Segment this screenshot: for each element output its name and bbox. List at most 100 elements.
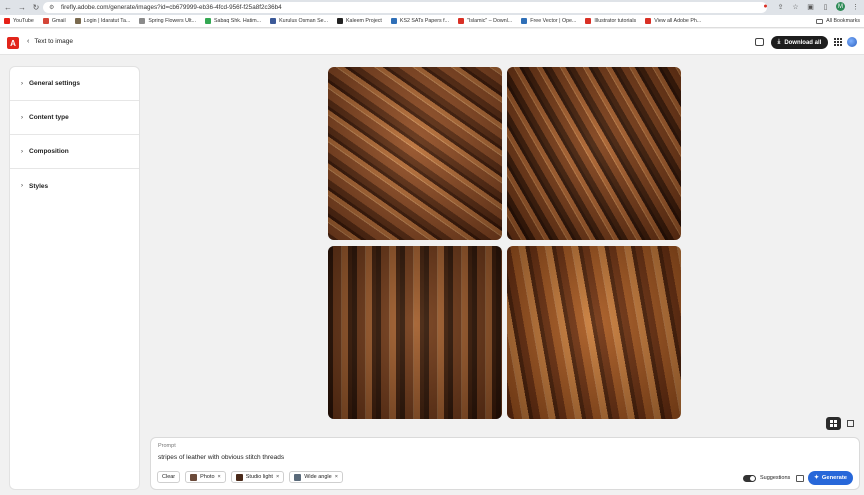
favicon-icon: [645, 18, 652, 24]
suggestions-label: Suggestions: [760, 475, 791, 481]
remove-icon[interactable]: ×: [276, 474, 279, 480]
bookmark-item[interactable]: KS2 SATs Papers f...: [390, 18, 449, 24]
generate-label: Generate: [821, 475, 847, 481]
reload-icon[interactable]: ↻: [30, 2, 42, 14]
remove-icon[interactable]: ×: [218, 474, 221, 480]
bookmark-item[interactable]: Kurulus Osman Se...: [270, 18, 328, 24]
section-general-settings[interactable]: › General settings: [10, 67, 139, 101]
bookmark-label: Spring Flowers Ult...: [148, 18, 196, 24]
browser-toolbar: ← → ↻ ⚙ firefly.adobe.com/generate/image…: [0, 0, 864, 15]
single-view-button[interactable]: [843, 417, 858, 430]
suggestions-toggle[interactable]: [743, 475, 756, 482]
section-label: Composition: [29, 148, 69, 155]
url-text: firefly.adobe.com/generate/images?id=cb6…: [61, 4, 282, 11]
bookmark-item[interactable]: Gmail: [42, 18, 66, 24]
favicon-icon: [139, 18, 146, 24]
prompt-input[interactable]: stripes of leather with obvious stitch t…: [158, 454, 284, 461]
bookmark-label: Free Vector | Ope...: [530, 18, 577, 24]
chip-label: Photo: [200, 474, 215, 480]
section-styles[interactable]: › Styles: [10, 169, 139, 203]
settings-sidebar: › General settings › Content type › Comp…: [9, 66, 140, 490]
browser-actions: ● ⇪ ☆ ▣ ▯ M ⋮: [761, 2, 860, 11]
back-arrow-icon[interactable]: ←: [2, 2, 14, 14]
feedback-icon[interactable]: [755, 38, 764, 46]
bookmark-label: Kurulus Osman Se...: [279, 18, 328, 24]
sidepanel-icon[interactable]: ▯: [821, 2, 830, 11]
section-composition[interactable]: › Composition: [10, 135, 139, 169]
chip-thumbnail: [294, 473, 302, 481]
section-label: General settings: [29, 80, 80, 87]
forward-arrow-icon[interactable]: →: [16, 2, 28, 14]
prompt-panel: Prompt stripes of leather with obvious s…: [150, 437, 860, 490]
bookmark-item[interactable]: Sabaq Shk. Hatim...: [205, 18, 261, 24]
puzzle-icon[interactable]: ▣: [806, 2, 815, 11]
bookmark-label: Gmail: [51, 18, 66, 24]
all-bookmarks-label: All Bookmarks: [826, 18, 860, 24]
adobe-logo-icon[interactable]: A: [7, 37, 19, 49]
bookmark-item[interactable]: View all Adobe Ph...: [645, 18, 701, 24]
download-all-button[interactable]: ⤓ Download all: [771, 36, 828, 49]
bookmark-label: View all Adobe Ph...: [654, 18, 702, 24]
chevron-right-icon: ›: [21, 183, 23, 189]
generated-image-1[interactable]: [328, 67, 502, 240]
grid-icon: [830, 420, 837, 427]
favicon-icon: [336, 18, 343, 24]
bookmark-label: KS2 SATs Papers f...: [399, 18, 449, 24]
bookmark-item[interactable]: Free Vector | Ope...: [521, 18, 576, 24]
generated-image-2[interactable]: [507, 67, 681, 240]
bookmark-label: YouTube: [13, 18, 34, 24]
favicon-icon: [4, 18, 10, 24]
favicon-icon: [390, 18, 397, 24]
favicon-icon: [205, 18, 211, 24]
apps-grid-icon[interactable]: [834, 38, 842, 46]
bookmark-label: "Islamic" – Downl...: [466, 18, 513, 24]
download-all-label: Download all: [784, 39, 822, 46]
chip-wide-angle[interactable]: Wide angle ×: [289, 471, 343, 483]
download-icon: ⤓: [777, 39, 781, 45]
menu-dots-icon[interactable]: ⋮: [851, 2, 860, 11]
user-avatar[interactable]: [847, 37, 857, 47]
bookmark-item[interactable]: Spring Flowers Ult...: [139, 18, 196, 24]
grid-view-button[interactable]: [826, 417, 841, 430]
prompt-settings-icon[interactable]: [796, 475, 804, 482]
extension-icon[interactable]: ●: [761, 2, 770, 11]
view-toggle: [826, 417, 858, 430]
bookmark-item[interactable]: Kaleem Project: [336, 18, 382, 24]
chevron-right-icon: ›: [21, 148, 23, 155]
address-bar[interactable]: ⚙ firefly.adobe.com/generate/images?id=c…: [43, 2, 767, 13]
chip-label: Wide angle: [304, 474, 332, 480]
site-info-icon[interactable]: ⚙: [49, 4, 56, 11]
bookmarks-bar: YouTube Gmail Login | Idaratut Ta... Spring…: [0, 15, 864, 28]
section-label: Styles: [29, 182, 49, 190]
favicon-icon: [585, 18, 592, 24]
bookmark-item[interactable]: YouTube: [4, 18, 34, 24]
all-bookmarks[interactable]: All Bookmarks: [816, 18, 860, 24]
chevron-right-icon: ›: [21, 80, 23, 87]
bookmark-star-icon[interactable]: ☆: [791, 2, 800, 11]
bookmark-item[interactable]: Login | Idaratut Ta...: [74, 18, 130, 24]
bookmark-item[interactable]: Illustrator tutorials: [585, 18, 636, 24]
remove-icon[interactable]: ×: [335, 474, 338, 480]
generated-image-3[interactable]: [328, 246, 502, 419]
back-to-text-to-image[interactable]: ‹ Text to image: [27, 38, 73, 45]
share-icon[interactable]: ⇪: [776, 2, 785, 11]
profile-avatar[interactable]: M: [836, 2, 845, 11]
bookmark-item[interactable]: "Islamic" – Downl...: [457, 18, 513, 24]
back-label: Text to image: [34, 38, 74, 45]
favicon-icon: [74, 18, 81, 24]
chip-studio-light[interactable]: Studio light ×: [230, 471, 285, 483]
chip-photo[interactable]: Photo ×: [185, 471, 226, 483]
generate-button[interactable]: ✦ Generate: [808, 471, 853, 485]
bookmark-label: Sabaq Shk. Hatim...: [214, 18, 262, 24]
prompt-chips: Clear Photo × Studio light × Wide angle …: [157, 471, 343, 483]
favicon-icon: [42, 18, 49, 24]
folder-icon: [816, 18, 824, 24]
chevron-right-icon: ›: [21, 114, 23, 121]
chip-label: Studio light: [245, 474, 273, 480]
generated-image-4[interactable]: [507, 246, 681, 419]
clear-button[interactable]: Clear: [157, 471, 181, 483]
chip-thumbnail: [235, 473, 243, 481]
sparkle-icon: ✦: [814, 475, 819, 481]
section-content-type[interactable]: › Content type: [10, 101, 139, 135]
clear-label: Clear: [162, 474, 176, 480]
